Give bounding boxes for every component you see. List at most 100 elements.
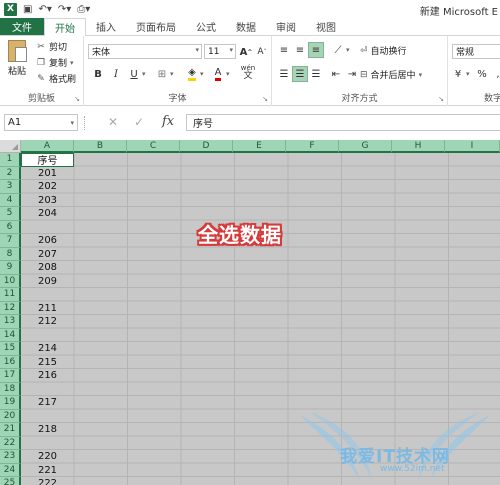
copy-button[interactable]: ❐ 复制 ▾ <box>36 56 74 70</box>
font-size-select[interactable]: 11 ▾ <box>204 44 236 59</box>
row-header-22[interactable]: 22 <box>0 436 21 450</box>
name-box[interactable]: A1 ▾ <box>4 114 78 131</box>
cell-a5[interactable]: 204 <box>21 207 74 221</box>
row-header-14[interactable]: 14 <box>0 328 21 342</box>
row-header-15[interactable]: 15 <box>0 342 21 356</box>
row-header-5[interactable]: 5 <box>0 207 21 221</box>
tab-insert[interactable]: 插入 <box>86 18 126 35</box>
print-preview-icon[interactable]: ⎙▾ <box>77 4 90 15</box>
cell-a4[interactable]: 203 <box>21 194 74 208</box>
cell-a19[interactable]: 217 <box>21 396 74 410</box>
column-header-h[interactable]: H <box>392 140 445 153</box>
cell-a7[interactable]: 206 <box>21 234 74 248</box>
cell-a18[interactable] <box>21 383 74 397</box>
chevron-down-icon[interactable]: ▾ <box>466 70 470 78</box>
chevron-down-icon[interactable]: ▾ <box>346 46 350 54</box>
row-header-6[interactable]: 6 <box>0 220 21 234</box>
chevron-down-icon[interactable]: ▾ <box>200 70 204 78</box>
enter-check-icon[interactable]: ✓ <box>134 115 144 129</box>
row-header-8[interactable]: 8 <box>0 247 21 261</box>
column-header-g[interactable]: G <box>339 140 392 153</box>
underline-button[interactable]: U <box>126 66 142 82</box>
row-header-23[interactable]: 23 <box>0 450 21 464</box>
increase-indent-icon[interactable]: ⇥ <box>344 66 360 82</box>
orientation-icon[interactable]: ⟋ <box>330 42 346 58</box>
align-middle-icon[interactable]: ≡ <box>292 42 308 58</box>
cell-a17[interactable]: 216 <box>21 369 74 383</box>
row-header-12[interactable]: 12 <box>0 301 21 315</box>
row-header-18[interactable]: 18 <box>0 382 21 396</box>
italic-button[interactable]: I <box>108 66 124 82</box>
cell-a1-active[interactable]: 序号 <box>21 153 74 167</box>
cell-a6[interactable] <box>21 221 74 235</box>
percent-button[interactable]: % <box>474 66 490 82</box>
row-header-24[interactable]: 24 <box>0 463 21 477</box>
align-top-icon[interactable]: ≡ <box>276 42 292 58</box>
row-header-21[interactable]: 21 <box>0 423 21 437</box>
row-header-13[interactable]: 13 <box>0 315 21 329</box>
merge-center-button[interactable]: ⊟ 合并后居中 ▾ <box>360 68 422 82</box>
row-header-19[interactable]: 19 <box>0 396 21 410</box>
tab-formulas[interactable]: 公式 <box>186 18 226 35</box>
cancel-icon[interactable]: ✕ <box>108 115 118 129</box>
cell-a11[interactable] <box>21 288 74 302</box>
row-header-4[interactable]: 4 <box>0 193 21 207</box>
chevron-down-icon[interactable]: ▾ <box>226 70 230 78</box>
grow-font-button[interactable]: A ^ <box>238 44 254 60</box>
align-center-icon[interactable]: ☰ <box>292 66 308 82</box>
formula-input[interactable]: 序号 <box>186 114 500 131</box>
column-header-c[interactable]: C <box>127 140 180 153</box>
tab-file[interactable]: 文件 <box>0 18 44 35</box>
column-header-a[interactable]: A <box>21 140 74 153</box>
cell-a22[interactable] <box>21 437 74 451</box>
cell-a8[interactable]: 207 <box>21 248 74 262</box>
save-icon[interactable]: ▣ <box>23 4 32 15</box>
row-header-25[interactable]: 25 <box>0 477 21 485</box>
cell-a12[interactable]: 211 <box>21 302 74 316</box>
insert-function-icon[interactable]: fx <box>162 114 174 129</box>
row-header-16[interactable]: 16 <box>0 355 21 369</box>
cut-button[interactable]: ✂ 剪切 <box>36 40 67 54</box>
comma-style-icon[interactable]: , <box>490 66 500 82</box>
redo-icon[interactable]: ↷▾ <box>58 4 71 15</box>
chevron-down-icon[interactable]: ▾ <box>142 70 146 78</box>
tab-home[interactable]: 开始 <box>44 18 86 37</box>
dialog-launcher-icon[interactable]: ↘ <box>438 95 444 103</box>
currency-icon[interactable]: ¥ <box>450 66 466 82</box>
row-header-1[interactable]: 1 <box>0 153 21 167</box>
row-header-10[interactable]: 10 <box>0 274 21 288</box>
borders-icon[interactable]: ⊞ <box>154 66 170 82</box>
tab-page-layout[interactable]: 页面布局 <box>126 18 186 35</box>
row-header-17[interactable]: 17 <box>0 369 21 383</box>
column-header-f[interactable]: F <box>286 140 339 153</box>
cell-a9[interactable]: 208 <box>21 261 74 275</box>
fill-color-icon[interactable]: ◈ <box>184 66 200 82</box>
dialog-launcher-icon[interactable]: ↘ <box>74 95 80 103</box>
format-painter-button[interactable]: ✎ 格式刷 <box>36 72 76 86</box>
cell-a15[interactable]: 214 <box>21 342 74 356</box>
cell-a20[interactable] <box>21 410 74 424</box>
font-name-select[interactable]: 宋体 ▾ <box>88 44 202 59</box>
wrap-text-button[interactable]: ⏎ 自动换行 <box>360 44 407 58</box>
cell-a13[interactable]: 212 <box>21 315 74 329</box>
align-bottom-icon[interactable]: ≡ <box>308 42 324 58</box>
cell-a14[interactable] <box>21 329 74 343</box>
cell-a2[interactable]: 201 <box>21 167 74 181</box>
row-header-3[interactable]: 3 <box>0 180 21 194</box>
column-header-d[interactable]: D <box>180 140 233 153</box>
cell-a25[interactable]: 222 <box>21 477 74 485</box>
number-format-select[interactable]: 常规 <box>452 44 500 59</box>
shrink-font-button[interactable]: Aˇ <box>254 44 270 60</box>
align-left-icon[interactable]: ☰ <box>276 66 292 82</box>
chevron-down-icon[interactable]: ▾ <box>170 70 174 78</box>
select-all-button[interactable] <box>0 140 21 153</box>
cell-a21[interactable]: 218 <box>21 423 74 437</box>
row-header-2[interactable]: 2 <box>0 166 21 180</box>
formula-bar-splitter[interactable] <box>84 116 87 130</box>
font-color-icon[interactable]: A <box>210 66 226 82</box>
row-header-11[interactable]: 11 <box>0 288 21 302</box>
row-header-9[interactable]: 9 <box>0 261 21 275</box>
tab-data[interactable]: 数据 <box>226 18 266 35</box>
dialog-launcher-icon[interactable]: ↘ <box>262 95 268 103</box>
row-header-7[interactable]: 7 <box>0 234 21 248</box>
